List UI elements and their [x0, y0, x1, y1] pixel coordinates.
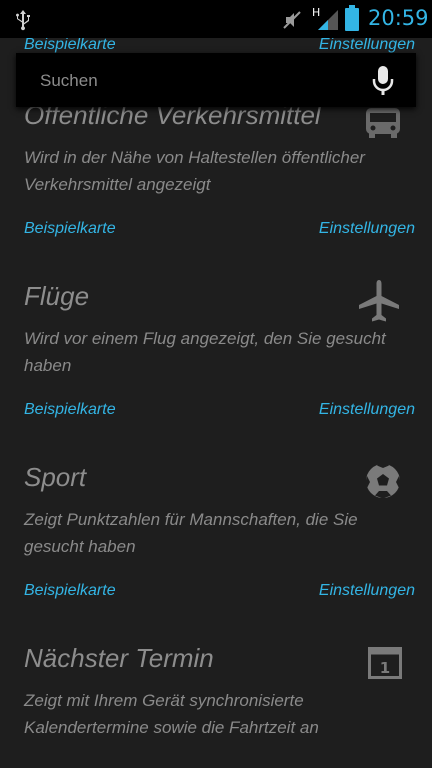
card-title: Flüge [24, 281, 90, 311]
calendar-icon: 1 [368, 647, 402, 679]
search-input[interactable] [38, 53, 362, 109]
clock: 20:59 [368, 6, 429, 30]
card-description: Wird in der Nähe von Haltestellen öffent… [24, 148, 365, 194]
sample-link[interactable]: Beispielkarte [24, 38, 116, 54]
search-bar [16, 53, 416, 109]
cards-list[interactable]: Beispielkarte Einstellungen Öffentliche … [0, 38, 432, 768]
bus-icon [366, 108, 400, 138]
card-description: Zeigt mit Ihrem Gerät synchronisierte Ka… [24, 691, 319, 737]
card-title: Sport [24, 462, 87, 492]
card-sports: Sport Zeigt Punktzahlen für Mannschaften… [0, 457, 432, 607]
usb-icon [16, 10, 30, 31]
card-description: Zeigt Punktzahlen für Mannschaften, die … [24, 510, 358, 556]
signal-icon: H [312, 6, 338, 32]
settings-link[interactable]: Einstellungen [319, 38, 415, 54]
sample-link[interactable]: Beispielkarte [24, 582, 116, 600]
sample-link[interactable]: Beispielkarte [24, 220, 116, 238]
settings-link[interactable]: Einstellungen [319, 401, 415, 419]
mute-icon [283, 11, 301, 29]
calendar-day: 1 [380, 659, 390, 677]
card-flights: Flüge Wird vor einem Flug angezeigt, den… [0, 276, 432, 426]
sample-link[interactable]: Beispielkarte [24, 401, 116, 419]
microphone-icon[interactable] [370, 65, 396, 97]
airplane-icon [359, 280, 399, 322]
soccer-ball-icon [365, 463, 401, 499]
status-bar: H 20:59 [0, 0, 432, 38]
card-public-transport: Öffentliche Verkehrsmittel Wird in der N… [0, 94, 432, 244]
settings-link[interactable]: Einstellungen [319, 582, 415, 600]
card-next-appointment: Nächster Termin 1 Zeigt mit Ihrem Gerät … [0, 638, 432, 768]
settings-link[interactable]: Einstellungen [319, 220, 415, 238]
card-description: Wird vor einem Flug angezeigt, den Sie g… [24, 329, 386, 375]
card-title: Nächster Termin [24, 643, 214, 673]
battery-icon [345, 5, 359, 31]
